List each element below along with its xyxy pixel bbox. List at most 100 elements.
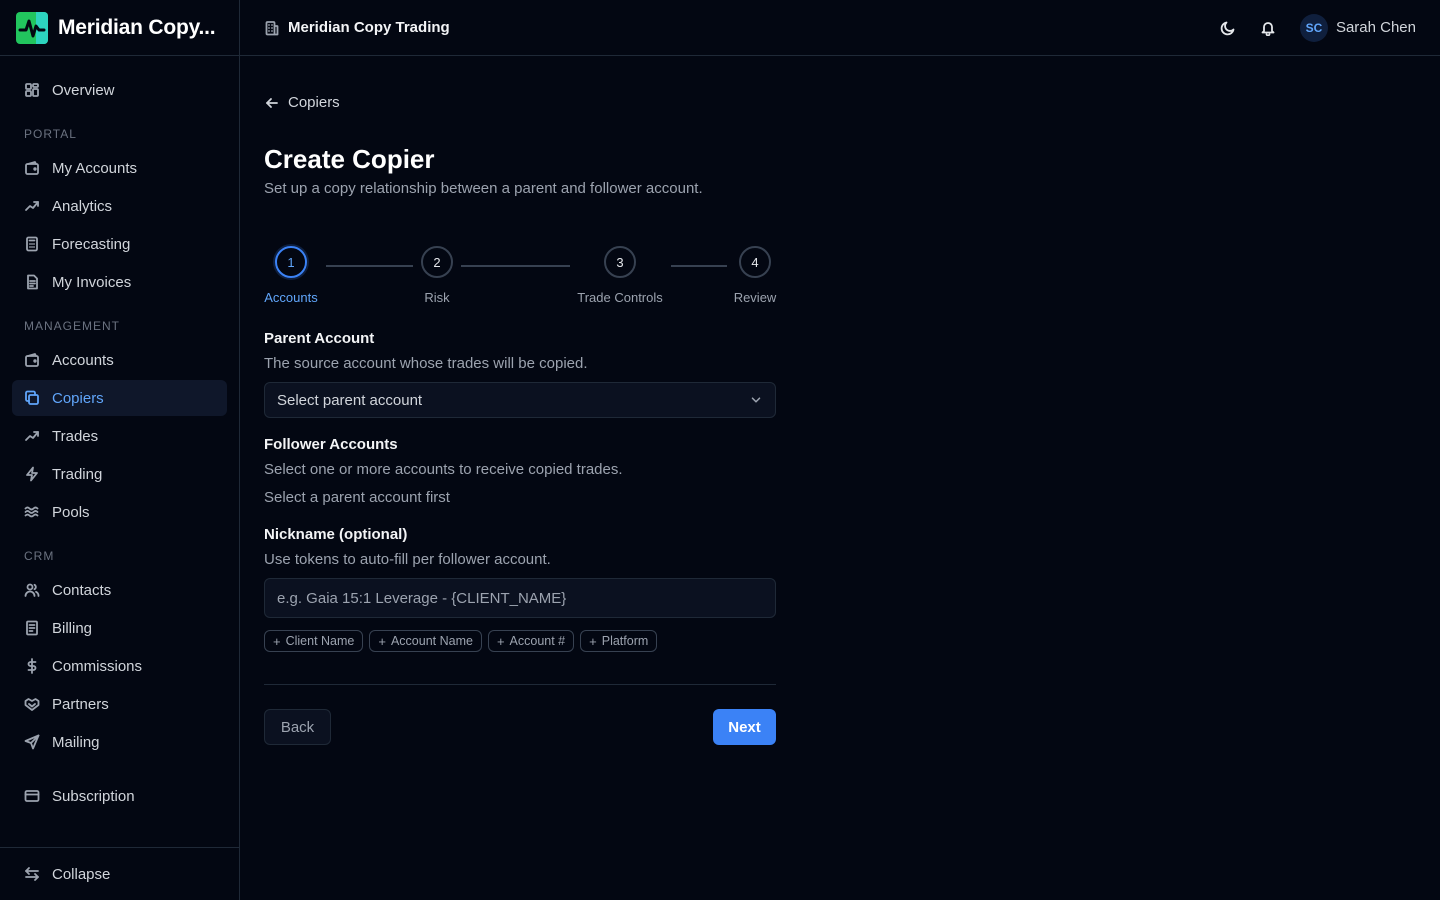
user-name: Sarah Chen [1335,19,1416,36]
meridian-logo-icon [16,11,48,44]
sidebar-item-label: Trades [52,427,99,445]
avatar: SC [1299,13,1328,42]
sidebar-item-label: Copiers [52,389,104,407]
sidebar-item-label: Partners [52,695,109,713]
sidebar-item-label: Pools [52,503,90,521]
nickname-help: Use tokens to auto-fill per follower acc… [264,551,551,568]
sidebar-item-label: Analytics [52,197,113,215]
users-icon [24,582,40,598]
sidebar-item-label: Forecasting [52,235,131,253]
plus-icon: + [378,633,386,649]
sidebar-item-label: Commissions [52,657,143,675]
back-button[interactable]: Back [264,709,331,745]
org-name: Meridian Copy Trading [288,19,450,36]
nickname-label: Nickname (optional) [264,526,408,543]
sidebar-item-label: Overview [52,81,115,99]
sidebar-item-label: Trading [52,465,103,483]
sidebar-item-mailing[interactable]: Mailing [12,724,227,760]
sidebar-item-forecasting[interactable]: Forecasting [12,226,227,262]
sidebar-item-contacts[interactable]: Contacts [12,572,227,608]
next-button[interactable]: Next [713,709,776,745]
send-icon [24,734,40,750]
calculator-icon [24,236,40,252]
user-menu[interactable]: SC Sarah Chen [1299,13,1416,42]
form-divider [264,684,776,685]
follower-accounts-help: Select one or more accounts to receive c… [264,461,623,478]
follower-accounts-empty: Select a parent account first [264,489,450,506]
sidebar-item-partners[interactable]: Partners [12,686,227,722]
parent-account-placeholder: Select parent account [277,391,423,409]
token-chip-client-name[interactable]: + Client Name [264,630,364,652]
sidebar-item-billing[interactable]: Billing [12,610,227,646]
back-link-label: Copiers [288,94,340,111]
plus-icon: + [496,633,505,649]
swap-arrows-icon [24,866,40,882]
notifications-button[interactable] [1252,12,1284,44]
wallet-icon [24,160,40,176]
sidebar-footer: Collapse [0,847,239,900]
sidebar-item-label: My Accounts [52,159,138,177]
token-chip-label: Platform [601,634,649,648]
sidebar-section-portal: PORTAL [24,127,77,141]
sidebar-item-subscription[interactable]: Subscription [12,778,227,814]
sidebar-item-commissions[interactable]: Commissions [12,648,227,684]
stepper: 1 Accounts 2 Risk 3 Trade Controls 4 Rev… [264,246,776,306]
token-chip-label: Account # [509,634,566,648]
nickname-input[interactable] [264,578,776,618]
page-subtitle: Set up a copy relationship between a par… [264,180,703,197]
token-chip-label: Client Name [285,634,355,648]
parent-account-select[interactable]: Select parent account [264,382,776,418]
token-chip-account-number[interactable]: + Account # [487,630,575,652]
theme-toggle-button[interactable] [1212,12,1244,44]
brand[interactable]: Meridian Copy... [0,0,239,56]
nickname-token-chips: + Client Name + Account Name + Account #… [264,630,663,652]
sidebar-item-accounts[interactable]: Accounts [12,342,227,378]
step-connector [671,265,727,267]
back-to-copiers-link[interactable]: Copiers [264,94,340,111]
sidebar: Meridian Copy... Overview PORTAL My Acco… [0,0,240,900]
step-risk[interactable]: 2 Risk [412,246,462,305]
collapse-label: Collapse [52,865,111,883]
sidebar-item-label: Accounts [52,351,114,369]
receipt-icon [24,620,40,636]
sidebar-nav: Overview PORTAL My Accounts Analytics Fo… [12,72,227,816]
sidebar-item-copiers[interactable]: Copiers [12,380,227,416]
org-switcher[interactable]: Meridian Copy Trading [264,19,450,36]
step-review[interactable]: 4 Review [730,246,780,305]
step-connector [326,265,413,267]
token-chip-account-name[interactable]: + Account Name [369,630,482,652]
token-chip-label: Account Name [390,634,473,648]
parent-account-help: The source account whose trades will be … [264,355,588,372]
sidebar-item-label: My Invoices [52,273,132,291]
parent-account-label: Parent Account [264,330,375,347]
sidebar-item-label: Subscription [52,787,135,805]
step-number: 2 [421,246,453,278]
top-bar: Meridian Copy Trading SC Sarah Chen [240,0,1440,56]
sidebar-item-pools[interactable]: Pools [12,494,227,530]
step-accounts[interactable]: 1 Accounts [264,246,318,305]
sidebar-item-label: Mailing [52,733,100,751]
moon-icon [1220,20,1236,36]
bell-icon [1260,20,1276,36]
sidebar-item-overview[interactable]: Overview [12,72,227,108]
plus-icon: + [589,633,597,649]
top-bar-actions: SC Sarah Chen [1204,12,1416,44]
step-trade-controls[interactable]: 3 Trade Controls [570,246,670,305]
sidebar-item-trading[interactable]: Trading [12,456,227,492]
lightning-icon [24,466,40,482]
sidebar-item-trades[interactable]: Trades [12,418,227,454]
credit-card-icon [24,788,40,804]
sidebar-item-my-invoices[interactable]: My Invoices [12,264,227,300]
sidebar-item-label: Contacts [52,581,112,599]
step-label: Accounts [264,290,318,305]
token-chip-platform[interactable]: + Platform [580,630,658,652]
step-number: 4 [739,246,771,278]
step-label: Trade Controls [577,290,663,305]
sidebar-item-analytics[interactable]: Analytics [12,188,227,224]
collapse-button[interactable]: Collapse [12,856,227,892]
step-number: 3 [604,246,636,278]
sidebar-section-crm: CRM [24,549,55,563]
copy-icon [24,390,40,406]
sidebar-item-my-accounts[interactable]: My Accounts [12,150,227,186]
chevron-down-icon [749,393,763,407]
